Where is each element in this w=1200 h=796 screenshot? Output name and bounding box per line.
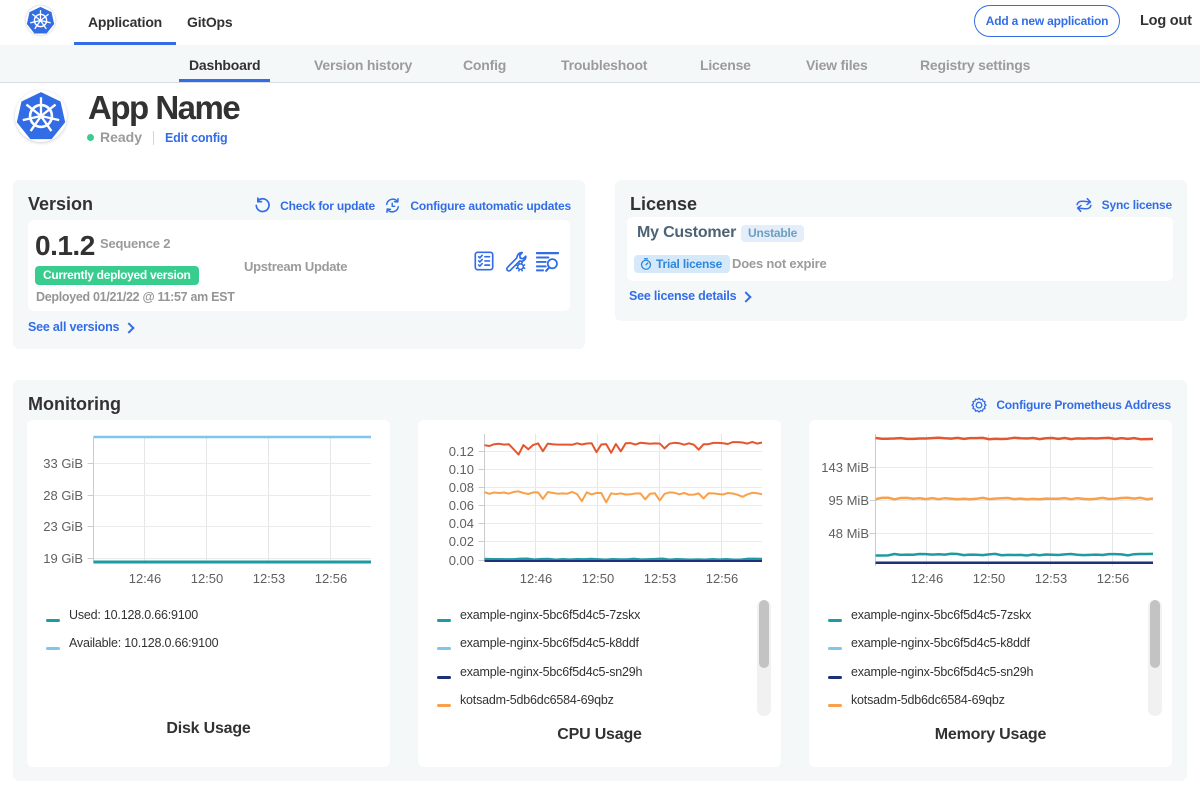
svg-text:12:50: 12:50 [191,571,224,586]
svg-text:19 GiB: 19 GiB [43,551,83,566]
svg-text:12:56: 12:56 [315,571,348,586]
svg-text:12:46: 12:46 [911,571,944,586]
svg-text:0.06: 0.06 [449,498,474,513]
svg-text:23 GiB: 23 GiB [43,519,83,534]
svg-text:12:46: 12:46 [520,571,553,586]
svg-text:0.08: 0.08 [449,480,474,495]
svg-text:12:50: 12:50 [582,571,615,586]
svg-text:0.04: 0.04 [449,516,474,531]
svg-text:12:56: 12:56 [706,571,739,586]
svg-text:95 MiB: 95 MiB [829,493,869,508]
svg-text:12:53: 12:53 [1035,571,1068,586]
svg-text:12:50: 12:50 [973,571,1006,586]
svg-text:0.12: 0.12 [449,444,474,459]
svg-text:33 GiB: 33 GiB [43,456,83,471]
svg-text:12:56: 12:56 [1097,571,1130,586]
svg-text:48 MiB: 48 MiB [829,526,869,541]
svg-text:0.10: 0.10 [449,462,474,477]
svg-text:0.00: 0.00 [449,553,474,568]
svg-text:12:53: 12:53 [253,571,286,586]
svg-text:12:46: 12:46 [129,571,162,586]
svg-text:28 GiB: 28 GiB [43,488,83,503]
svg-text:12:53: 12:53 [644,571,677,586]
svg-text:0.02: 0.02 [449,534,474,549]
svg-text:143 MiB: 143 MiB [821,460,869,475]
